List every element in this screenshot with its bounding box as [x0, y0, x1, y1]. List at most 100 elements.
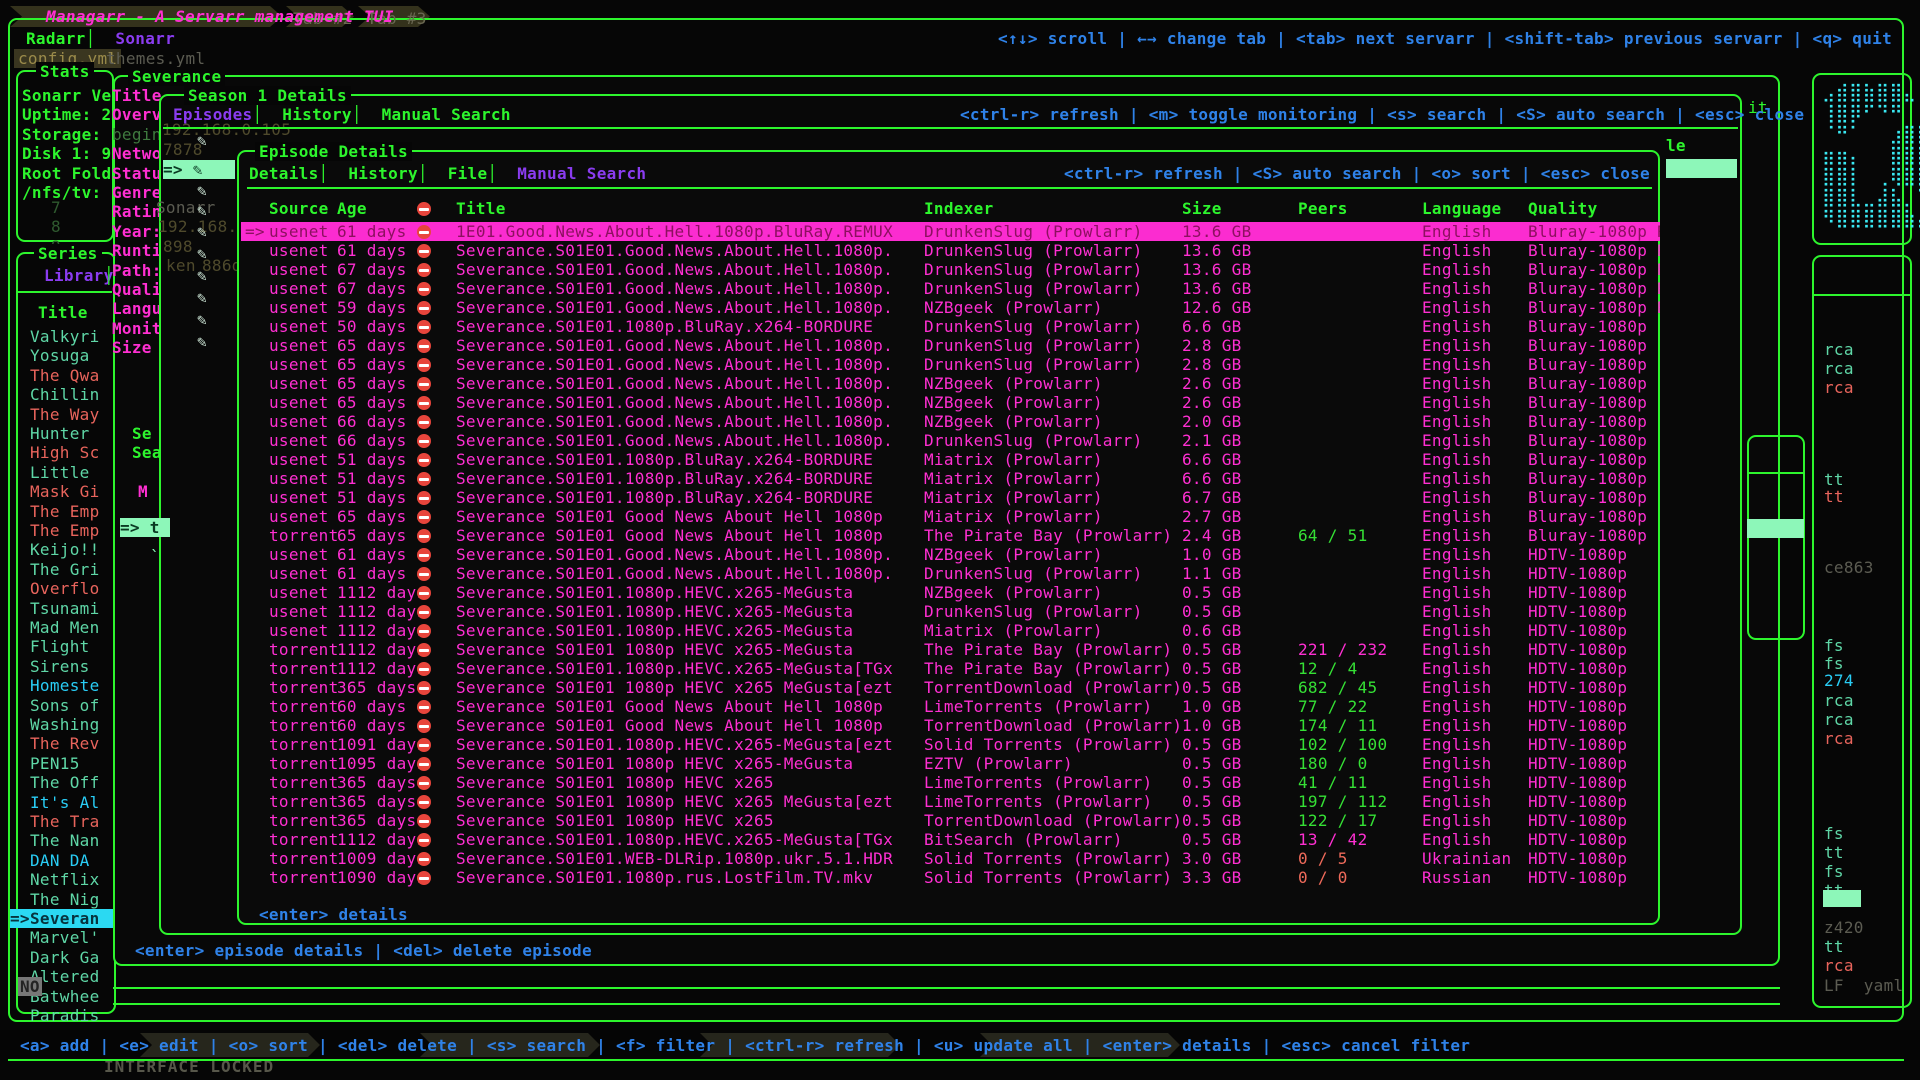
release-table-row[interactable]: => usenet 61 days 1E01.Good.News.About.H…	[241, 222, 1660, 241]
episode-tab[interactable]: Details	[249, 164, 319, 183]
release-table-row[interactable]: torrent 1095 days Severance S01E01 1080p…	[241, 754, 1660, 773]
servarr-tab[interactable]: Radarr	[26, 29, 86, 48]
release-table-row[interactable]: usenet 65 days Severance.S01E01.Good.New…	[241, 393, 1660, 412]
release-table-row[interactable]: torrent 1009 days Severance.S01E01.WEB-D…	[241, 849, 1660, 868]
col-source[interactable]: Source	[269, 199, 329, 218]
release-table-row[interactable]: usenet 67 days Severance.S01E01.Good.New…	[241, 260, 1660, 279]
series-list-item[interactable]: The Gri	[10, 560, 114, 579]
cell-size: 0.6 GB	[1182, 621, 1242, 640]
series-list-item[interactable]: Sirens	[10, 657, 114, 676]
series-list-item[interactable]: Homeste	[10, 676, 114, 695]
series-list-item[interactable]: Dark Ga	[10, 948, 114, 967]
series-list-item[interactable]: Yosuga	[10, 346, 114, 365]
bleed-text: rca	[1824, 729, 1854, 748]
release-table-row[interactable]: usenet 65 days Severance.S01E01.Good.New…	[241, 374, 1660, 393]
release-table-row[interactable]: torrent 1112 days Severance.S01E01.1080p…	[241, 830, 1660, 849]
season-tab[interactable]: History	[252, 105, 351, 124]
series-list-item[interactable]: The Emp	[10, 502, 114, 521]
col-peers[interactable]: Peers	[1298, 199, 1348, 218]
series-list-item[interactable]: Sons of	[10, 696, 114, 715]
series-list-item[interactable]: It's Al	[10, 793, 114, 812]
release-table-row[interactable]: usenet 1112 days Severance.S01E01.1080p.…	[241, 621, 1660, 640]
col-language[interactable]: Language	[1422, 199, 1501, 218]
episode-tab[interactable]: History	[319, 164, 418, 183]
series-list-item[interactable]: Mask Gi	[10, 482, 114, 501]
release-table-row[interactable]: usenet 51 days Severance.S01E01.1080p.Bl…	[241, 450, 1660, 469]
release-table-row[interactable]: torrent 1091 days Severance.S01E01.1080p…	[241, 735, 1660, 754]
release-table-row[interactable]: usenet 65 days Severance S01E01 Good New…	[241, 507, 1660, 526]
series-list-item[interactable]: Tsunami	[10, 599, 114, 618]
episode-keybind-help: <ctrl-r> refresh | <S> auto search | <o>…	[1064, 164, 1650, 183]
col-title[interactable]: Title	[456, 199, 506, 218]
cell-title: Severance.S01E01.Good.News.About.Hell.10…	[456, 260, 893, 279]
release-table-row[interactable]: torrent 365 days Severance S01E01 1080p …	[241, 811, 1660, 830]
release-table-row[interactable]: usenet 61 days Severance.S01E01.Good.New…	[241, 545, 1660, 564]
series-list-item[interactable]: Paradis	[10, 1006, 114, 1025]
cell-indexer: Miatrix (Prowlarr)	[924, 507, 1103, 526]
release-table-row[interactable]: torrent 365 days Severance S01E01 1080p …	[241, 792, 1660, 811]
release-table-row[interactable]: usenet 67 days Severance.S01E01.Good.New…	[241, 279, 1660, 298]
series-list-item[interactable]: Marvel'	[10, 928, 114, 947]
col-age[interactable]: Age	[337, 199, 367, 218]
series-list-item[interactable]: Flight	[10, 637, 114, 656]
series-list-item[interactable]: Mad Men	[10, 618, 114, 637]
series-list-item[interactable]: Overflo	[10, 579, 114, 598]
release-table-row[interactable]: usenet 50 days Severance.S01E01.1080p.Bl…	[241, 317, 1660, 336]
series-list-item[interactable]: The Off	[10, 773, 114, 792]
bleed-text: rca	[1824, 340, 1854, 359]
series-list-item[interactable]: Netflix	[10, 870, 114, 889]
release-table-row[interactable]: torrent 65 days Severance S01E01 Good Ne…	[241, 526, 1660, 545]
release-table-row[interactable]: usenet 65 days Severance.S01E01.Good.New…	[241, 355, 1660, 374]
col-indexer[interactable]: Indexer	[924, 199, 994, 218]
release-table-row[interactable]: usenet 61 days Severance.S01E01.Good.New…	[241, 241, 1660, 260]
servarr-tab[interactable]: Sonarr	[86, 29, 175, 48]
series-list-item[interactable]: =>Severan	[10, 909, 114, 928]
release-table-row[interactable]: usenet 59 days Severance.S01E01.Good.New…	[241, 298, 1660, 317]
series-list-item[interactable]: Keijo!!	[10, 540, 114, 559]
release-table-row[interactable]: torrent 365 days Severance S01E01 1080p …	[241, 773, 1660, 792]
series-list-item[interactable]: The Way	[10, 405, 114, 424]
release-table-row[interactable]: usenet 1112 days Severance.S01E01.1080p.…	[241, 583, 1660, 602]
series-detail-field-label: Ratin	[112, 202, 162, 221]
cell-language: English	[1422, 450, 1492, 469]
series-list-item[interactable]: The Nig	[10, 890, 114, 909]
release-table-row[interactable]: usenet 1112 days Severance.S01E01.1080p.…	[241, 602, 1660, 621]
release-table-row[interactable]: usenet 61 days Severance.S01E01.Good.New…	[241, 564, 1660, 583]
release-table-row[interactable]: torrent 365 days Severance S01E01 1080p …	[241, 678, 1660, 697]
release-table-row[interactable]: usenet 66 days Severance.S01E01.Good.New…	[241, 431, 1660, 450]
cell-quality: Bluray-1080p	[1528, 450, 1647, 469]
series-list-item[interactable]: High Sc	[10, 443, 114, 462]
episode-tab[interactable]: Manual Search	[487, 164, 646, 183]
cell-size: 6.6 GB	[1182, 469, 1242, 488]
series-list-item[interactable]: The Emp	[10, 521, 114, 540]
series-list-item[interactable]: The Qwa	[10, 366, 114, 385]
cell-indexer: NZBgeek (Prowlarr)	[924, 412, 1103, 431]
release-table-row[interactable]: usenet 51 days Severance.S01E01.1080p.Bl…	[241, 469, 1660, 488]
cell-age: 61 days	[337, 222, 407, 241]
release-table-row[interactable]: usenet 65 days Severance.S01E01.Good.New…	[241, 336, 1660, 355]
series-list-item[interactable]: The Nan	[10, 831, 114, 850]
cell-age: 1112 days	[337, 659, 426, 678]
season-tab[interactable]: Episodes	[173, 105, 252, 124]
series-list-item[interactable]: The Tra	[10, 812, 114, 831]
release-table-row[interactable]: usenet 51 days Severance.S01E01.1080p.Bl…	[241, 488, 1660, 507]
series-list-item[interactable]: PEN15	[10, 754, 114, 773]
release-table-row[interactable]: torrent 1112 days Severance.S01E01.1080p…	[241, 659, 1660, 678]
release-table-row[interactable]: torrent 1112 days Severance S01E01 1080p…	[241, 640, 1660, 659]
episode-tab[interactable]: File	[418, 164, 488, 183]
series-list-item[interactable]: Little	[10, 463, 114, 482]
release-table-row[interactable]: torrent 60 days Severance S01E01 Good Ne…	[241, 716, 1660, 735]
release-table-row[interactable]: torrent 60 days Severance S01E01 Good Ne…	[241, 697, 1660, 716]
col-quality[interactable]: Quality	[1528, 199, 1598, 218]
season-tab[interactable]: Manual Search	[352, 105, 511, 124]
series-list-item[interactable]: Valkyri	[10, 327, 114, 346]
series-list-item[interactable]: DAN DA	[10, 851, 114, 870]
series-list-item[interactable]: Chillin	[10, 385, 114, 404]
series-list-item[interactable]: The Rev	[10, 734, 114, 753]
release-table-row[interactable]: usenet 66 days Severance.S01E01.Good.New…	[241, 412, 1660, 431]
cell-language: English	[1422, 773, 1492, 792]
series-list-item[interactable]: Washing	[10, 715, 114, 734]
release-table-row[interactable]: torrent 1090 days Severance.S01E01.1080p…	[241, 868, 1660, 887]
series-list-item[interactable]: Hunter	[10, 424, 114, 443]
col-size[interactable]: Size	[1182, 199, 1222, 218]
